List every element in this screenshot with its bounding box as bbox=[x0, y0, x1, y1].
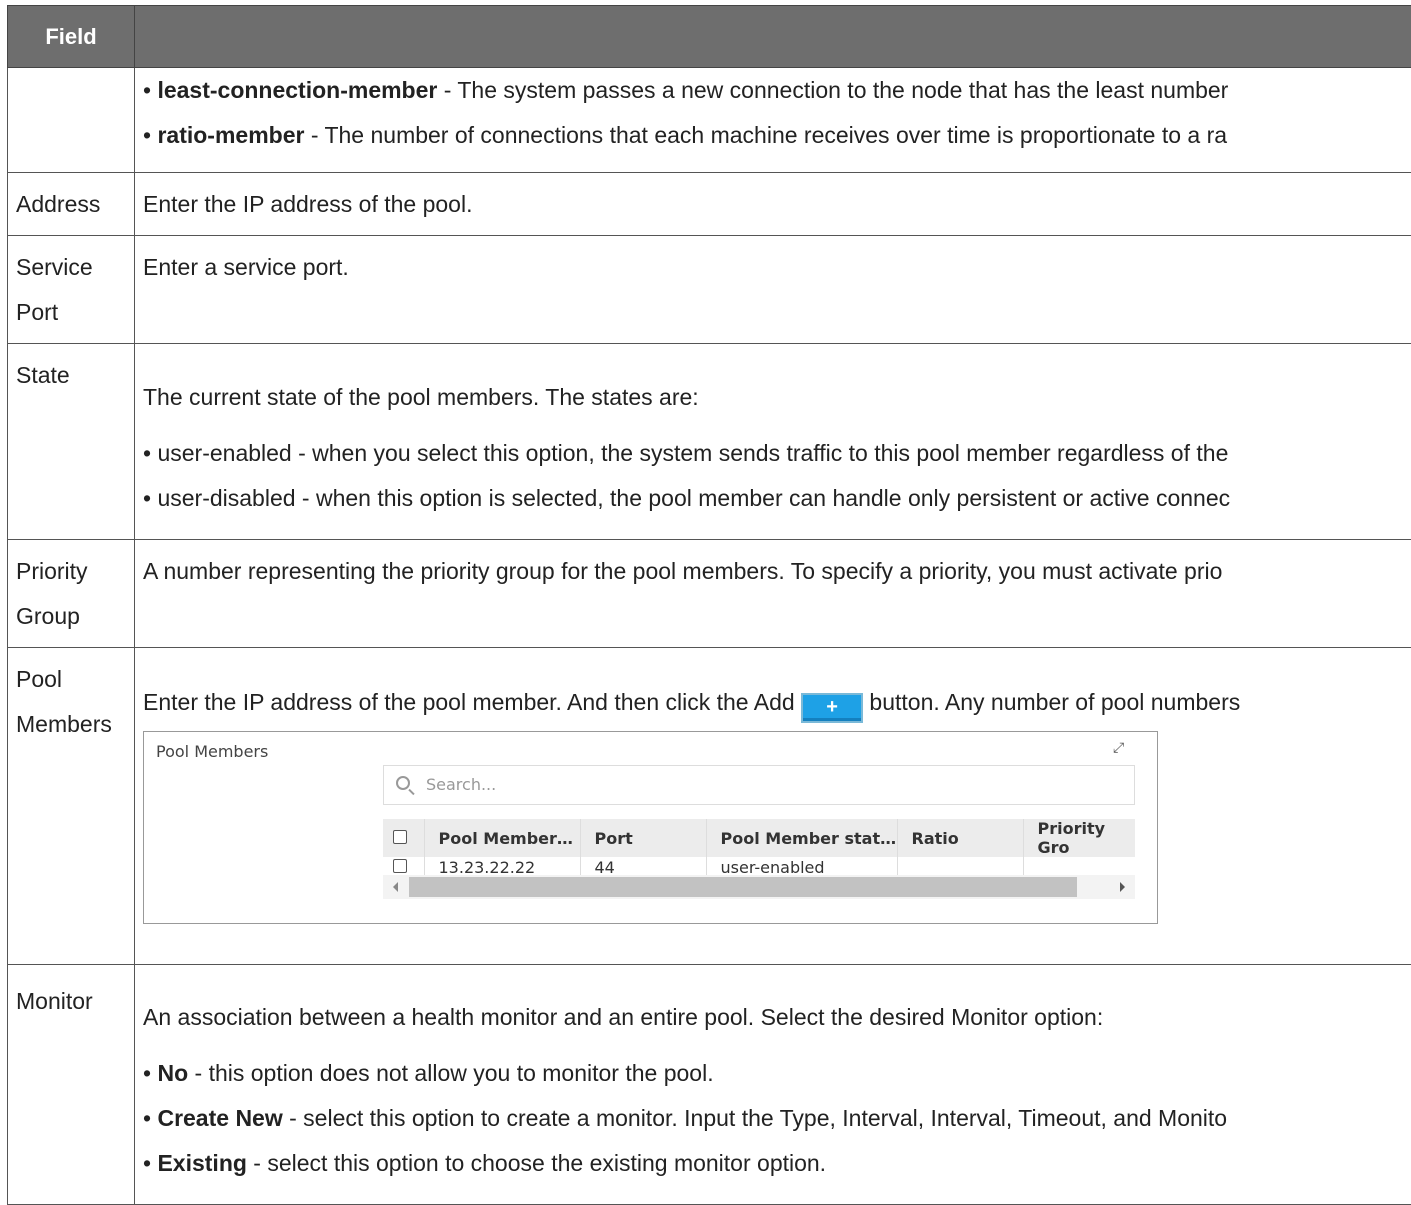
list-item: • user-disabled - when this option is se… bbox=[143, 476, 1411, 521]
table-row-state: State The current state of the pool memb… bbox=[8, 344, 1411, 540]
list-item: • Existing - select this option to choos… bbox=[143, 1141, 1411, 1186]
pool-members-widget: Pool Members ⤢ Search... Pool Member… Po… bbox=[143, 731, 1158, 924]
search-input[interactable]: Search... bbox=[383, 765, 1135, 805]
scroll-right-icon[interactable] bbox=[1120, 882, 1125, 892]
list-item: • user-enabled - when you select this op… bbox=[143, 431, 1411, 476]
search-icon bbox=[396, 776, 410, 790]
expand-icon[interactable]: ⤢ bbox=[1113, 740, 1131, 758]
table-header-row: Field bbox=[8, 6, 1411, 68]
widget-title: Pool Members bbox=[156, 742, 268, 761]
term: No bbox=[157, 1060, 188, 1086]
paragraph: The current state of the pool members. T… bbox=[143, 375, 1411, 420]
field-cell: PoolMembers bbox=[8, 648, 135, 965]
column-header[interactable]: Priority Gro bbox=[1023, 819, 1135, 857]
term: least-connection-member bbox=[157, 77, 437, 103]
table-row-priority-group: PriorityGroup A number representing the … bbox=[8, 540, 1411, 648]
description-cell: Enter the IP address of the pool. bbox=[135, 173, 1411, 236]
table-row-pool-members: PoolMembers Enter the IP address of the … bbox=[8, 648, 1411, 965]
field-cell: Monitor bbox=[8, 965, 135, 1205]
header-description bbox=[135, 6, 1411, 68]
term: ratio-member bbox=[157, 122, 304, 148]
table-row-address: Address Enter the IP address of the pool… bbox=[8, 173, 1411, 236]
row-checkbox[interactable] bbox=[393, 859, 407, 873]
column-header[interactable]: Port bbox=[580, 819, 706, 857]
field-description-table: Field • least-connection-member - The sy… bbox=[7, 5, 1411, 1205]
field-cell: PriorityGroup bbox=[8, 540, 135, 648]
select-all-checkbox[interactable] bbox=[393, 830, 407, 844]
pool-members-grid: Pool Member… Port Pool Member stat… Rati… bbox=[383, 819, 1135, 878]
description-cell: An association between a health monitor … bbox=[135, 965, 1411, 1205]
term: Existing bbox=[157, 1150, 246, 1176]
description-cell: Enter a service port. bbox=[135, 236, 1411, 344]
scrollbar-thumb[interactable] bbox=[409, 877, 1077, 897]
field-cell: Address bbox=[8, 173, 135, 236]
paragraph: Enter the IP address of the pool member.… bbox=[143, 680, 1411, 725]
column-header[interactable]: Pool Member… bbox=[424, 819, 580, 857]
scroll-left-icon[interactable] bbox=[393, 882, 398, 892]
column-header[interactable]: Pool Member stat… bbox=[706, 819, 897, 857]
description-cell: A number representing the priority group… bbox=[135, 540, 1411, 648]
paragraph: An association between a health monitor … bbox=[143, 995, 1411, 1040]
search-placeholder: Search... bbox=[426, 775, 496, 794]
list-item: • ratio-member - The number of connectio… bbox=[143, 113, 1411, 158]
add-button[interactable]: + bbox=[801, 693, 863, 723]
header-field: Field bbox=[8, 6, 135, 68]
column-header[interactable]: Ratio bbox=[897, 819, 1023, 857]
description-cell: • least-connection-member - The system p… bbox=[135, 68, 1411, 173]
field-cell bbox=[8, 68, 135, 173]
list-item: • Create New - select this option to cre… bbox=[143, 1096, 1411, 1141]
field-cell: ServicePort bbox=[8, 236, 135, 344]
select-all-checkbox-cell[interactable] bbox=[383, 819, 424, 857]
list-item: • No - this option does not allow you to… bbox=[143, 1051, 1411, 1096]
horizontal-scrollbar[interactable] bbox=[383, 875, 1135, 899]
table-row-service-port: ServicePort Enter a service port. bbox=[8, 236, 1411, 344]
term: Create New bbox=[157, 1105, 282, 1131]
grid-header-row: Pool Member… Port Pool Member stat… Rati… bbox=[383, 819, 1135, 857]
field-cell: State bbox=[8, 344, 135, 540]
table-row-monitor: Monitor An association between a health … bbox=[8, 965, 1411, 1205]
table-row-lb-method: • least-connection-member - The system p… bbox=[8, 68, 1411, 173]
description-cell: Enter the IP address of the pool member.… bbox=[135, 648, 1411, 965]
list-item: • least-connection-member - The system p… bbox=[143, 68, 1411, 113]
description-cell: The current state of the pool members. T… bbox=[135, 344, 1411, 540]
